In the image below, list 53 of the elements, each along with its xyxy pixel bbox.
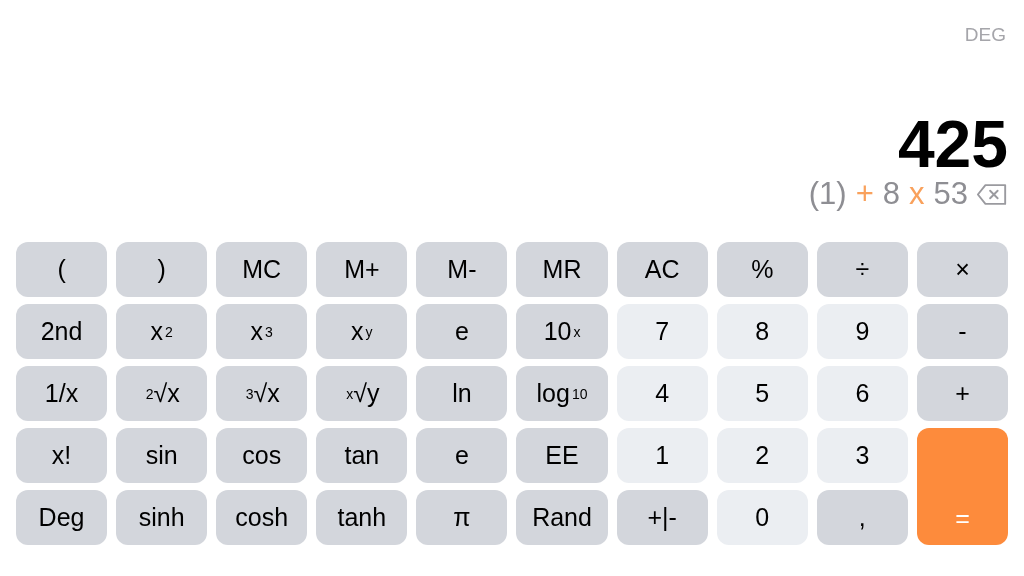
digit-key[interactable]: 1 [616,428,708,483]
function-key[interactable]: ln [416,366,508,421]
function-key[interactable]: sinh [116,490,208,545]
function-key[interactable]: log$^{10}$ [516,366,608,421]
function-key[interactable]: MR [516,242,608,297]
function-key[interactable]: + [916,366,1008,421]
angle-mode-label: DEG [964,23,1007,47]
function-key[interactable]: - [916,304,1008,359]
operator-symbol: + [855,176,874,212]
function-key[interactable]: x$^{y}$ [316,304,408,359]
function-key[interactable]: ) [116,242,208,297]
function-key[interactable]: $^{2}$√x [116,366,208,421]
function-key[interactable]: $^{3}$√x [216,366,308,421]
backspace-icon[interactable] [976,182,1008,206]
function-key[interactable]: , [816,490,908,545]
digit-key[interactable]: 0 [716,490,808,545]
digit-key[interactable]: 2 [716,428,808,483]
function-key[interactable]: MC [216,242,308,297]
function-key[interactable]: 10$^{x}$ [516,304,608,359]
digit-key[interactable]: 9 [816,304,908,359]
function-key[interactable]: 1/x [16,366,108,421]
digit-key[interactable]: 8 [716,304,808,359]
function-key[interactable]: × [916,242,1008,297]
function-key[interactable]: % [716,242,808,297]
digit-key[interactable]: 3 [816,428,908,483]
function-key[interactable]: EE [516,428,608,483]
function-key[interactable]: ( [16,242,108,297]
function-key[interactable]: 2nd [16,304,108,359]
function-key[interactable]: Rand [516,490,608,545]
function-key[interactable]: AC [616,242,708,297]
function-key[interactable]: x! [16,428,108,483]
expression-number: (1) [808,176,847,212]
digit-key[interactable]: 6 [816,366,908,421]
function-key[interactable]: tanh [316,490,408,545]
function-key[interactable]: cos [216,428,308,483]
function-key[interactable]: tan [316,428,408,483]
function-key[interactable]: e [416,428,508,483]
function-key[interactable]: $^{x}$√y [316,366,408,421]
function-key[interactable]: x$^{3}$ [216,304,308,359]
function-key[interactable]: e [416,304,508,359]
function-key[interactable]: M- [416,242,508,297]
function-key[interactable]: cosh [216,490,308,545]
digit-key[interactable]: 7 [616,304,708,359]
digit-key[interactable]: 5 [716,366,808,421]
function-key[interactable]: M+ [316,242,408,297]
function-key[interactable]: sin [116,428,208,483]
function-key[interactable]: x$^{2}$ [116,304,208,359]
function-key[interactable]: +|- [616,490,708,545]
digit-key[interactable]: 4 [616,366,708,421]
function-key[interactable]: ÷ [816,242,908,297]
function-key[interactable]: π [416,490,508,545]
function-key[interactable]: Deg [16,490,108,545]
expression-number: 8 [882,176,900,212]
